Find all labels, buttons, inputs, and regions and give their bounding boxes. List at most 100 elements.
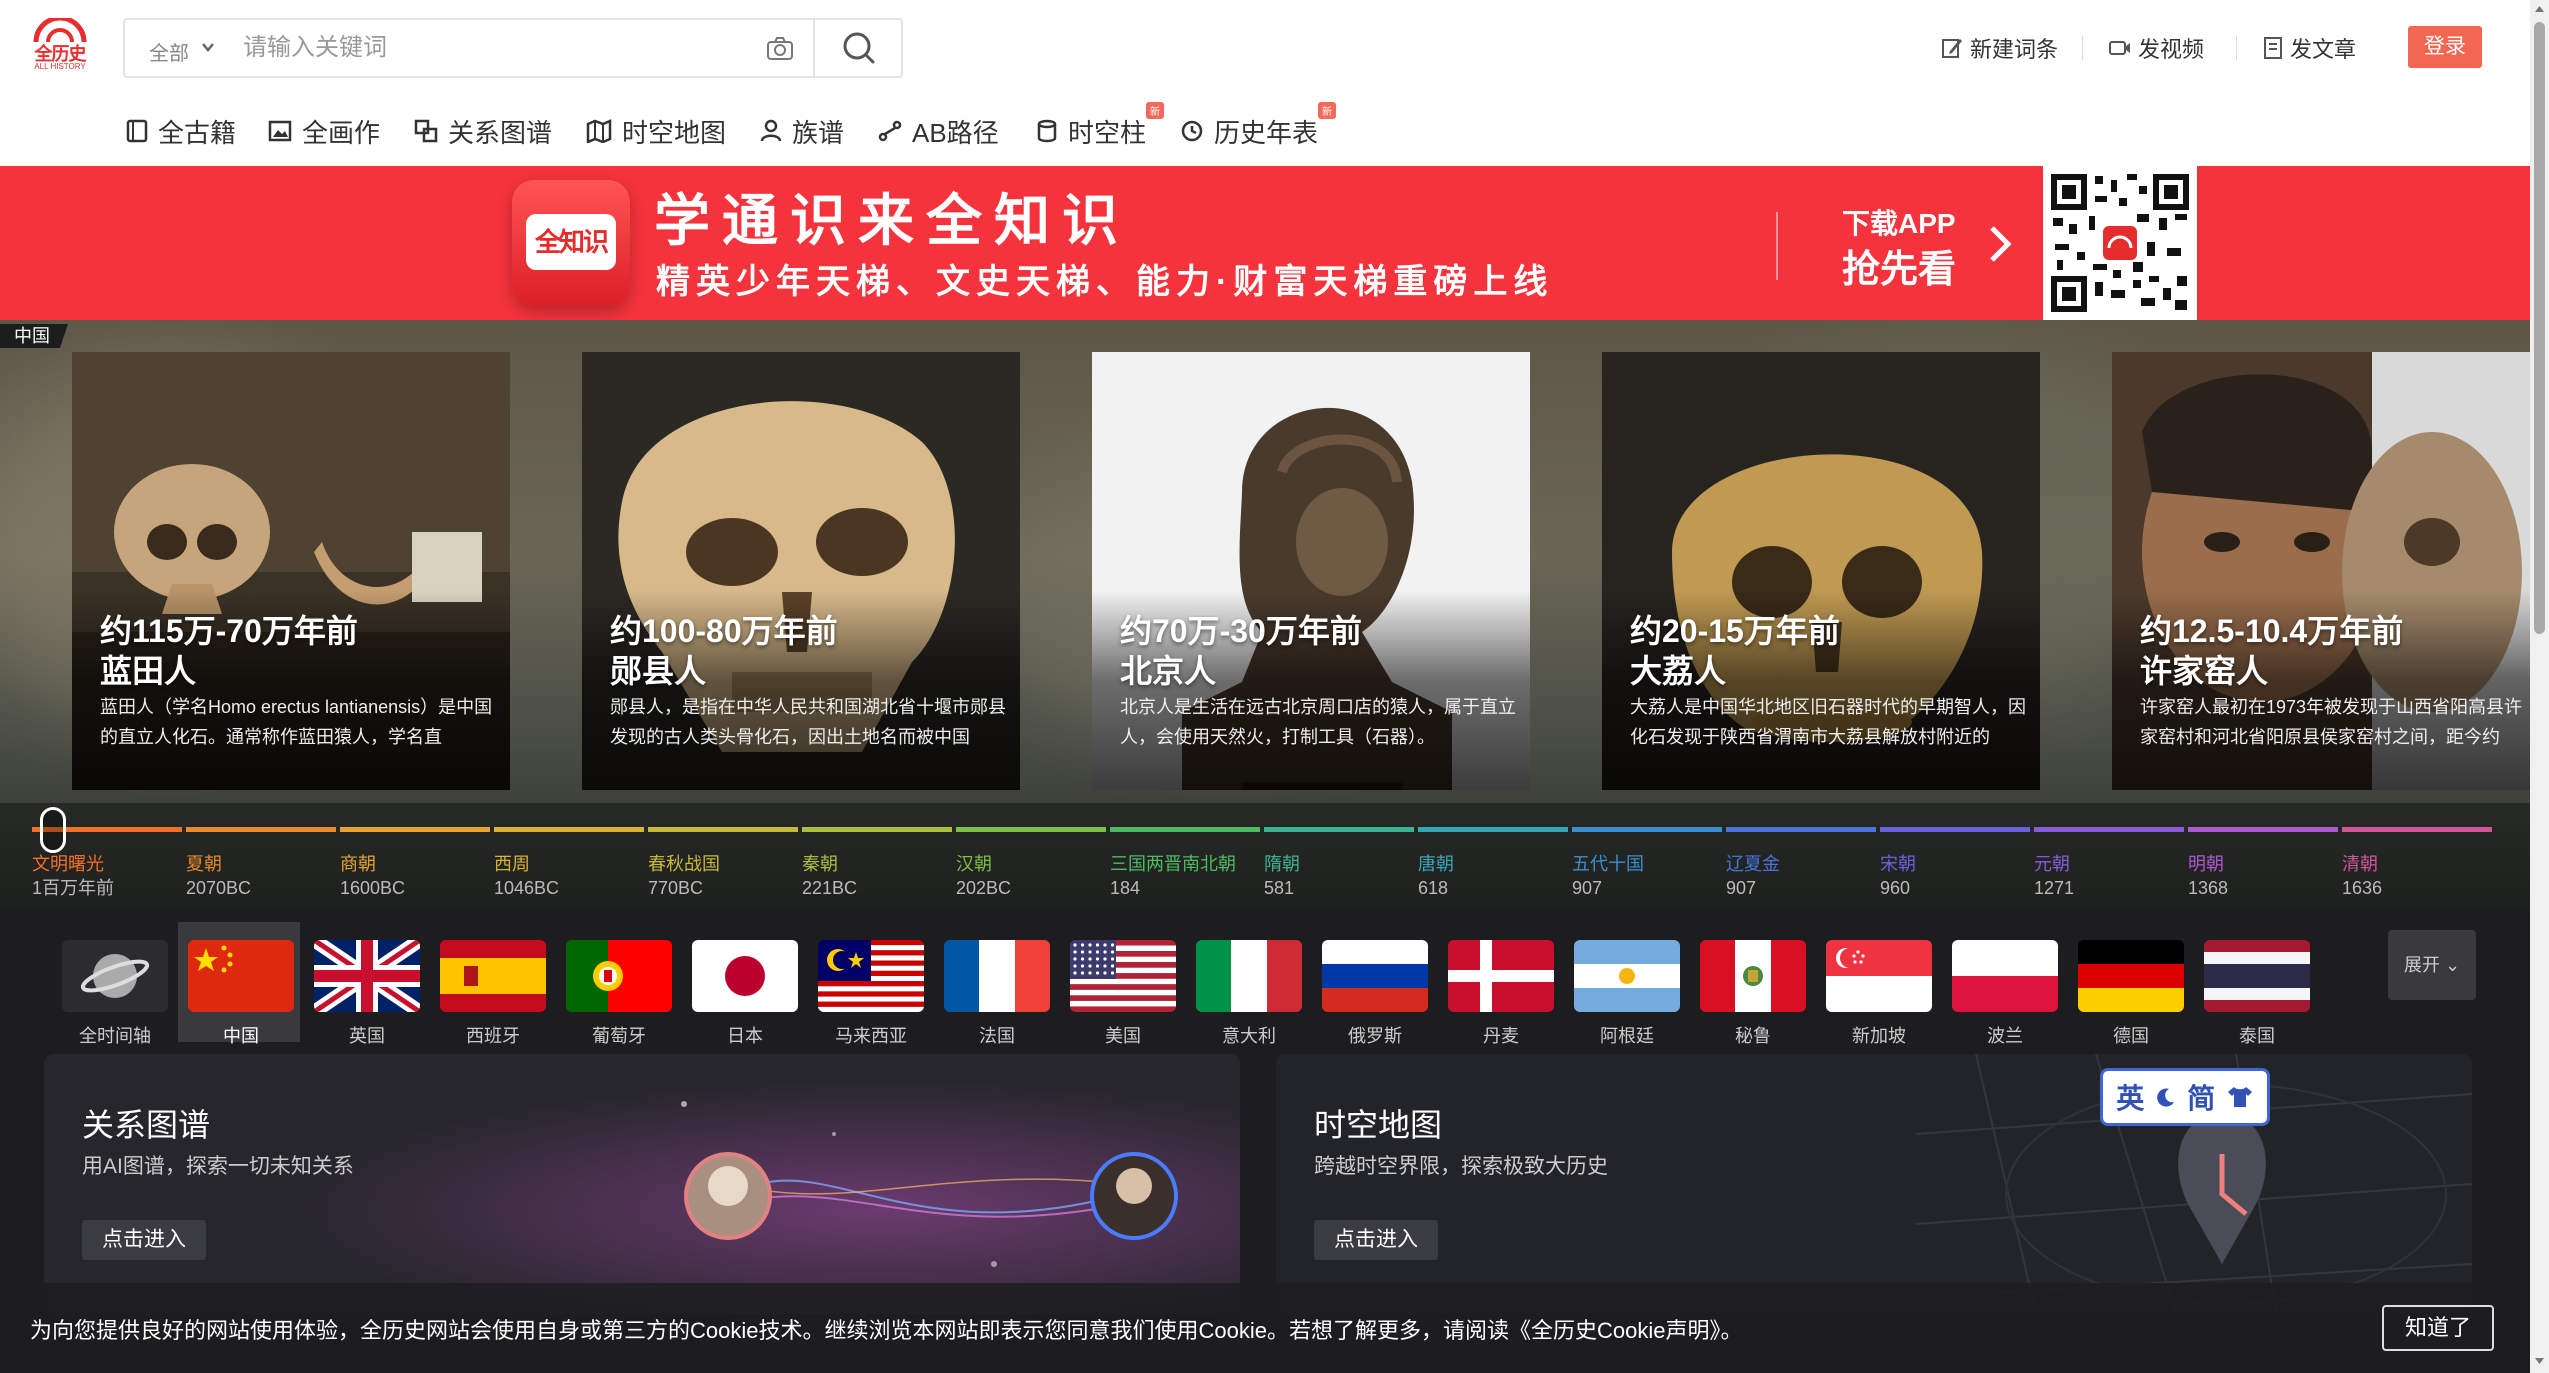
country-tab-de[interactable]: 德国	[2068, 922, 2190, 1046]
timeline-bar-segment[interactable]	[186, 827, 336, 832]
country-tab-it[interactable]: 意大利	[1186, 922, 1308, 1046]
scrollbar-thumb[interactable]	[2534, 22, 2545, 634]
country-tab-globe[interactable]: 全时间轴	[52, 922, 174, 1046]
timeline-era[interactable]: 辽夏金 907	[1726, 853, 1880, 901]
timeline-bar-segment[interactable]	[648, 827, 798, 832]
site-logo[interactable]: 全历史 ALL HISTORY	[28, 18, 92, 74]
hero-card[interactable]: 约20-15万年前 大荔人 大荔人是中国华北地区旧石器时代的早期智人，因化石发现…	[1602, 352, 2040, 790]
scroll-up-arrow-icon[interactable]	[2534, 4, 2545, 14]
app-promo-banner[interactable]: 全知识 学通识来全知识 精英少年天梯、文史天梯、能力·财富天梯重磅上线 下载AP…	[0, 166, 2530, 320]
spacetime-map-card[interactable]: 时空地图 跨越时空界限，探索极致大历史 点击进入	[1276, 1054, 2472, 1314]
timeline-bar[interactable]	[32, 827, 2496, 832]
timeline-era[interactable]: 商朝 1600BC	[340, 853, 494, 901]
country-tab-gb[interactable]: 英国	[304, 922, 426, 1046]
timeline-bar-segment[interactable]	[1726, 827, 1876, 832]
hero-card[interactable]: 约100-80万年前 郧县人 郧县人，是指在中华人民共和国湖北省十堰市郧县发现的…	[582, 352, 1020, 790]
nav-item-genealogy[interactable]: 族谱	[760, 114, 844, 148]
country-tab-pt[interactable]: 葡萄牙	[556, 922, 678, 1046]
nav-item-spacetime-column[interactable]: 时空柱 新	[1036, 102, 1165, 148]
timeline-era[interactable]: 汉朝 202BC	[956, 853, 1110, 901]
timeline-bar-segment[interactable]	[340, 827, 490, 832]
country-tab-pe[interactable]: 秘鲁	[1690, 922, 1812, 1046]
post-article-button[interactable]: 发文章	[2262, 32, 2356, 64]
country-tab-my[interactable]: 马来西亚	[808, 922, 930, 1046]
post-video-button[interactable]: 发视频	[2108, 32, 2204, 64]
timeline-era[interactable]: 西周 1046BC	[494, 853, 648, 901]
chevron-down-icon[interactable]	[201, 40, 215, 54]
country-label: 俄罗斯	[1348, 1026, 1402, 1046]
timeline-era[interactable]: 唐朝 618	[1418, 853, 1572, 901]
timeline-era[interactable]: 清朝 1636	[2342, 853, 2496, 901]
timeline-bar-segment[interactable]	[494, 827, 644, 832]
timeline-bar-segment[interactable]	[1572, 827, 1722, 832]
timeline-bar-segment[interactable]	[2188, 827, 2338, 832]
page-scrollbar[interactable]	[2530, 0, 2549, 1373]
timeline-era[interactable]: 宋朝 960	[1880, 853, 2034, 901]
timeline-bar-segment[interactable]	[2342, 827, 2492, 832]
era-name: 商朝	[340, 854, 376, 874]
timeline-era[interactable]: 秦朝 221BC	[802, 853, 956, 901]
timeline-era[interactable]: 元朝 1271	[2034, 853, 2188, 901]
country-tab-ru[interactable]: 俄罗斯	[1312, 922, 1434, 1046]
country-tab-dk[interactable]: 丹麦	[1438, 922, 1560, 1046]
nav-item-ancient-books[interactable]: 全古籍	[126, 114, 236, 148]
nav-item-history-chronology[interactable]: 历史年表 新	[1180, 102, 1337, 148]
timeline-bar-segment[interactable]	[956, 827, 1106, 832]
timeline-era[interactable]: 隋朝 581	[1264, 853, 1418, 901]
language-switch[interactable]: 英 简	[2100, 1068, 2270, 1126]
cookie-accept-button[interactable]: 知道了	[2382, 1305, 2494, 1351]
timeline-era[interactable]: 文明曙光 1百万年前	[32, 853, 186, 901]
nav-item-ab-path[interactable]: AB路径	[878, 114, 999, 148]
download-app-label[interactable]: 下载APP	[1842, 202, 1956, 242]
country-tab-fr[interactable]: 法国	[934, 922, 1056, 1046]
nav-item-paintings[interactable]: 全画作	[268, 114, 380, 148]
nav-label: 历史年表	[1214, 117, 1319, 148]
country-tab-sg[interactable]: 新加坡	[1816, 922, 1938, 1046]
relation-graph-card[interactable]: 关系图谱 用AI图谱，探索一切未知关系 点击进入	[44, 1054, 1240, 1314]
timeline-era[interactable]: 春秋战国 770BC	[648, 853, 802, 901]
flag-jp-icon	[692, 940, 798, 1012]
search-scope-select[interactable]: 全部	[149, 37, 189, 66]
qr-code-icon	[2049, 172, 2191, 314]
search-icon[interactable]	[837, 28, 881, 68]
new-entry-button[interactable]: 新建词条	[1940, 32, 2058, 64]
country-tab-es[interactable]: 西班牙	[430, 922, 552, 1046]
login-button[interactable]: 登录	[2408, 26, 2482, 68]
timeline-bar-segment[interactable]	[1110, 827, 1260, 832]
timeline-era[interactable]: 五代十国 907	[1572, 853, 1726, 901]
country-tab-ar[interactable]: 阿根廷	[1564, 922, 1686, 1046]
timeline-era[interactable]: 明朝 1368	[2188, 853, 2342, 901]
nav-item-relation-graph[interactable]: 关系图谱	[414, 114, 552, 148]
hero-card[interactable]: 约12.5-10.4万年前 许家窑人 许家窑人最初在1973年被发现于山西省阳高…	[2112, 352, 2530, 790]
timeline-era[interactable]: 夏朝 2070BC	[186, 853, 340, 901]
country-tab-jp[interactable]: 日本	[682, 922, 804, 1046]
moon-icon[interactable]	[2155, 1086, 2177, 1108]
country-tab-cn[interactable]: 中国	[178, 922, 300, 1046]
expand-button[interactable]: 展开 ⌄	[2388, 930, 2476, 1000]
timeline-era[interactable]: 三国两晋南北朝 184	[1110, 853, 1264, 901]
hero-card[interactable]: 约70万-30万年前 北京人 北京人是生活在远古北京周口店的猿人，属于直立人，会…	[1092, 352, 1530, 790]
timeline-bar-segment[interactable]	[1418, 827, 1568, 832]
nav-label: 时空地图	[622, 117, 727, 148]
camera-icon[interactable]	[763, 32, 797, 66]
enter-button[interactable]: 点击进入	[1314, 1220, 1438, 1260]
timeline-bar-segment[interactable]	[2034, 827, 2184, 832]
search-input[interactable]	[243, 28, 763, 68]
timeline-bar-segment[interactable]	[802, 827, 952, 832]
nav-item-spacetime-map[interactable]: 时空地图	[586, 114, 726, 148]
lang-en[interactable]: 英	[2116, 1077, 2144, 1117]
country-tab-pl[interactable]: 波兰	[1942, 922, 2064, 1046]
timeline-bar-segment[interactable]	[1880, 827, 2030, 832]
country-tab-th[interactable]: 泰国	[2194, 922, 2316, 1046]
enter-button[interactable]: 点击进入	[82, 1220, 206, 1260]
tshirt-icon[interactable]	[2226, 1085, 2254, 1109]
hero-card[interactable]: 约115万-70万年前 蓝田人 蓝田人（学名Homo erectus lanti…	[72, 352, 510, 790]
download-app-cta[interactable]: 抢先看	[1842, 238, 1956, 293]
timeline-slider-handle[interactable]	[40, 807, 66, 853]
country-label: 新加坡	[1852, 1026, 1906, 1046]
lang-zh-simplified[interactable]: 简	[2187, 1077, 2215, 1117]
chevron-right-icon[interactable]	[1988, 224, 2012, 264]
country-tab-us[interactable]: 美国	[1060, 922, 1182, 1046]
timeline-bar-segment[interactable]	[1264, 827, 1414, 832]
scroll-down-arrow-icon[interactable]	[2534, 1356, 2545, 1366]
